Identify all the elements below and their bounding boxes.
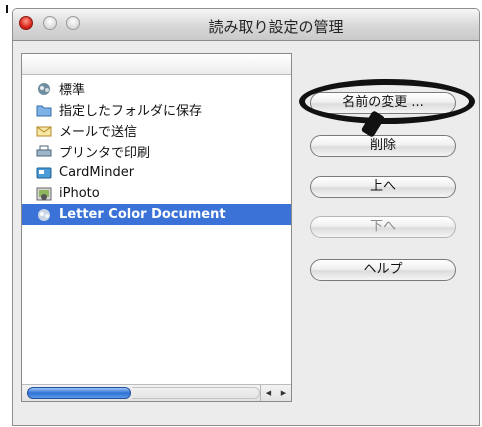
scroll-arrows: ◀ ▶ <box>260 385 291 401</box>
list-header <box>22 54 291 75</box>
list-item[interactable]: プリンタで印刷 <box>22 141 291 162</box>
list-item[interactable]: 指定したフォルダに保存 <box>22 99 291 120</box>
list-item-label: メールで送信 <box>59 125 138 140</box>
list-item[interactable]: 標準 <box>22 78 291 99</box>
scroll-track[interactable] <box>132 387 260 399</box>
title-bar: 読み取り設定の管理 <box>13 9 479 41</box>
window-title: 読み取り設定の管理 <box>208 18 344 36</box>
list-item-label: 標準 <box>59 83 86 98</box>
list-item-selected[interactable]: Letter Color Document <box>22 204 291 225</box>
list-item-label: iPhoto <box>59 186 100 201</box>
move-up-button[interactable]: 上へ <box>310 176 456 198</box>
scroll-thumb[interactable] <box>27 387 131 399</box>
mail-icon <box>36 124 52 138</box>
document-icon <box>36 208 52 222</box>
list-item[interactable]: メールで送信 <box>22 120 291 141</box>
list-item[interactable]: iPhoto <box>22 183 291 204</box>
iphoto-icon <box>36 187 52 201</box>
horizontal-scrollbar[interactable]: ◀ ▶ <box>22 384 291 401</box>
folder-icon <box>36 103 52 117</box>
list-item-label: プリンタで印刷 <box>59 146 151 161</box>
settings-list-items: 標準 指定したフォルダに保存 メールで送信 プリンタで印刷 CardMinder <box>22 75 291 225</box>
printer-icon <box>36 145 52 159</box>
corner-mark <box>6 5 8 13</box>
help-button[interactable]: ヘルプ <box>310 259 456 281</box>
cardminder-icon <box>36 166 52 180</box>
list-item[interactable]: CardMinder <box>22 162 291 183</box>
standard-scan-icon <box>36 82 52 96</box>
list-item-label: Letter Color Document <box>59 207 226 222</box>
scroll-right-arrow-icon[interactable]: ▶ <box>276 385 291 401</box>
list-item-label: CardMinder <box>59 165 135 180</box>
move-down-button: 下へ <box>310 216 456 238</box>
rename-button[interactable]: 名前の変更 ... <box>310 92 456 114</box>
settings-list[interactable]: 標準 指定したフォルダに保存 メールで送信 プリンタで印刷 CardMinder <box>21 53 292 402</box>
list-item-label: 指定したフォルダに保存 <box>59 104 203 119</box>
scroll-left-arrow-icon[interactable]: ◀ <box>261 385 276 401</box>
delete-button[interactable]: 削除 <box>310 135 456 157</box>
